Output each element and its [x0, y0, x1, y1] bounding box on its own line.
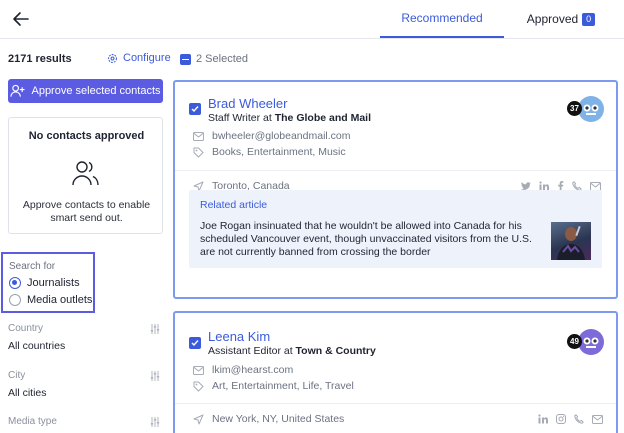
filter-country-label: Country — [8, 323, 44, 334]
search-for-label: Search for — [9, 261, 56, 272]
gear-icon — [107, 53, 118, 64]
mail-icon — [193, 365, 204, 375]
contact-role: Assistant Editor at Town & Country — [208, 345, 376, 357]
radio-label: Media outlets — [27, 294, 93, 306]
location-text: New York, NY, United States — [212, 413, 345, 425]
linkedin-icon[interactable] — [538, 414, 548, 424]
tab-label: Recommended — [401, 11, 483, 25]
approve-button-label: Approve selected contacts — [31, 85, 161, 97]
radio-label: Journalists — [27, 277, 80, 289]
tag-icon — [193, 147, 204, 158]
mail-icon — [193, 131, 204, 141]
contact-email: bwheeler@globeandmail.com — [193, 130, 350, 142]
filter-media-type-label: Media type — [8, 416, 57, 427]
configure-label: Configure — [123, 52, 171, 64]
contact-email: lkim@hearst.com — [193, 364, 293, 376]
filter-country-value[interactable]: All countries — [8, 340, 65, 352]
contact-name[interactable]: Brad Wheeler — [208, 96, 287, 111]
social-links — [538, 414, 603, 424]
email-text: lkim@hearst.com — [212, 364, 294, 376]
contact-topics: Art, Entertainment, Life, Travel — [193, 380, 354, 392]
article-thumbnail — [551, 222, 591, 260]
add-user-icon — [10, 84, 26, 98]
role-text: Staff Writer at — [208, 112, 272, 124]
approved-count-badge: 0 — [582, 12, 596, 26]
tab-label: Approved — [526, 12, 579, 26]
score-badge: 37 — [567, 101, 582, 116]
related-article-title[interactable]: Related article — [200, 199, 267, 211]
configure-button[interactable]: Configure — [107, 52, 171, 64]
email-text: bwheeler@globeandmail.com — [212, 130, 351, 142]
contact-card[interactable]: Leena Kim Assistant Editor at Town & Cou… — [173, 311, 618, 433]
results-count: 2171 results — [8, 53, 72, 65]
users-icon — [71, 158, 101, 188]
contact-checkbox[interactable] — [189, 103, 201, 115]
filter-city-value[interactable]: All cities — [8, 387, 47, 399]
empty-approved-panel: No contacts approved Approve contacts to… — [8, 117, 163, 234]
empty-text: Approve contacts to enable smart send ou… — [22, 199, 151, 224]
topics-text: Art, Entertainment, Life, Travel — [212, 380, 354, 392]
contact-role: Staff Writer at The Globe and Mail — [208, 112, 371, 124]
card-divider — [175, 170, 616, 171]
outlet-name: Town & Country — [295, 345, 376, 357]
contact-name[interactable]: Leena Kim — [208, 329, 270, 344]
sliders-icon[interactable] — [149, 370, 161, 382]
radio-unselected-icon — [9, 294, 21, 306]
topics-text: Books, Entertainment, Music — [212, 146, 346, 158]
location-arrow-icon — [193, 414, 204, 425]
selection-count: 2 Selected — [196, 53, 248, 65]
tab-recommended[interactable]: Recommended — [380, 0, 504, 38]
contact-checkbox[interactable] — [189, 337, 201, 349]
tab-approved[interactable]: Approved 0 — [508, 0, 614, 38]
radio-journalists[interactable]: Journalists — [9, 277, 80, 289]
phone-icon[interactable] — [574, 414, 584, 424]
outlet-name: The Globe and Mail — [274, 112, 371, 124]
selection-bar: 2 Selected — [180, 53, 248, 65]
search-for-group: Search for Journalists Media outlets — [1, 252, 95, 313]
role-text: Assistant Editor at — [208, 345, 293, 357]
related-article[interactable]: Related article Joe Rogan insinuated tha… — [189, 190, 602, 268]
card-divider — [175, 403, 616, 404]
sliders-icon[interactable] — [149, 323, 161, 335]
tag-icon — [193, 381, 204, 392]
radio-selected-icon — [9, 277, 21, 289]
header-divider — [0, 38, 624, 39]
contact-card[interactable]: Brad Wheeler Staff Writer at The Globe a… — [173, 80, 618, 299]
approve-selected-button[interactable]: Approve selected contacts — [8, 79, 163, 103]
instagram-icon[interactable] — [556, 414, 566, 424]
related-article-text: Joe Rogan insinuated that he wouldn't be… — [200, 220, 532, 258]
contact-topics: Books, Entertainment, Music — [193, 146, 346, 158]
sliders-icon[interactable] — [149, 416, 161, 428]
mail-icon[interactable] — [592, 414, 603, 424]
radio-media-outlets[interactable]: Media outlets — [9, 294, 92, 306]
select-all-checkbox[interactable] — [180, 53, 191, 65]
contact-location: New York, NY, United States — [193, 413, 344, 425]
empty-title: No contacts approved — [28, 130, 145, 142]
score-badge: 49 — [567, 334, 582, 349]
filter-city-label: City — [8, 370, 26, 381]
back-arrow-icon[interactable] — [10, 8, 32, 30]
